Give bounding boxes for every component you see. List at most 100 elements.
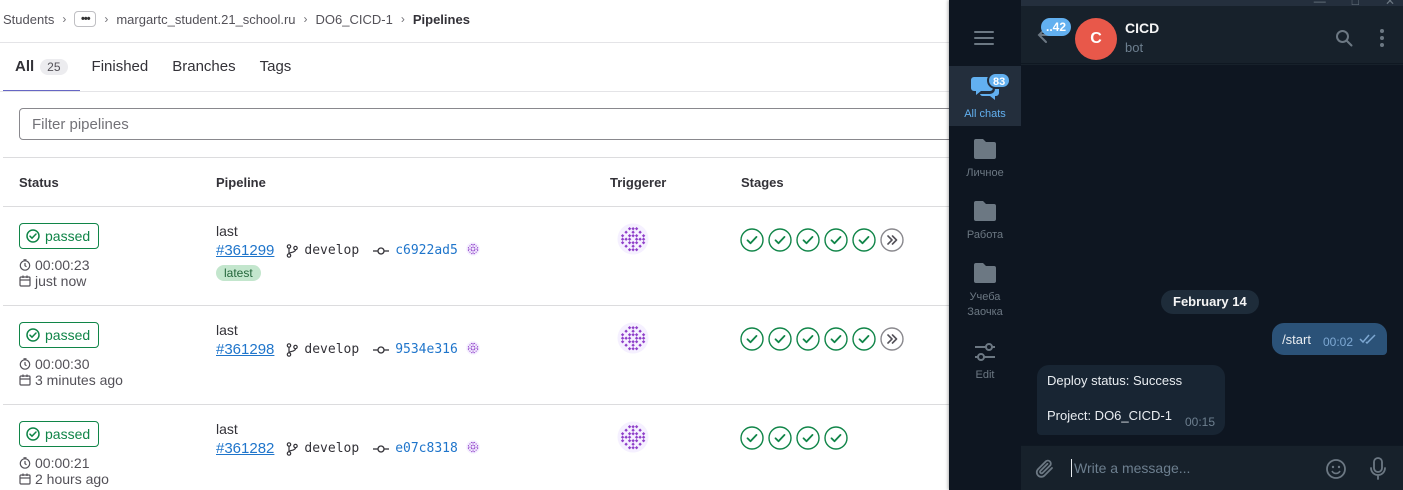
stage-passed-icon[interactable] bbox=[740, 327, 764, 351]
calendar-icon bbox=[19, 473, 31, 485]
pipeline-name[interactable]: last bbox=[216, 223, 238, 239]
folder-label: Личное bbox=[966, 167, 1004, 179]
finished-time: 3 minutes ago bbox=[19, 372, 123, 388]
folder-label: Учеба Заочка bbox=[967, 291, 1003, 318]
status-badge[interactable]: passed bbox=[19, 223, 100, 249]
timer-icon bbox=[19, 358, 31, 370]
triggerer-avatar-icon bbox=[617, 421, 649, 453]
pipeline-id-link[interactable]: #361299 bbox=[216, 242, 274, 259]
status-badge[interactable]: passed bbox=[19, 322, 100, 348]
folder-all-chats[interactable]: All chats bbox=[949, 66, 1021, 126]
stage-passed-icon[interactable] bbox=[796, 228, 820, 252]
microphone-icon[interactable] bbox=[1369, 457, 1387, 481]
tab-tags-label: Tags bbox=[259, 58, 292, 75]
table-row: passed 00:00:30 3 minutes ago last #361298 de… bbox=[3, 306, 960, 405]
emoji-icon[interactable] bbox=[1325, 458, 1347, 480]
stage-passed-icon[interactable] bbox=[824, 426, 848, 450]
duration: 00:00:23 bbox=[19, 257, 90, 273]
stage-passed-icon[interactable] bbox=[824, 327, 848, 351]
pipeline-id-link[interactable]: #361298 bbox=[216, 341, 274, 358]
duration: 00:00:21 bbox=[19, 455, 90, 471]
tab-tags[interactable]: Tags bbox=[248, 48, 304, 92]
outgoing-message[interactable]: /start 00:02 bbox=[1272, 323, 1387, 355]
stage-passed-icon[interactable] bbox=[824, 228, 848, 252]
duration-value: 00:00:30 bbox=[35, 356, 90, 372]
message-text: Deploy status: Success bbox=[1047, 373, 1183, 388]
chat-title[interactable]: CICD bbox=[1125, 20, 1159, 36]
branch-name[interactable]: develop bbox=[304, 441, 359, 456]
table-row: passed 00:00:21 2 hours ago last #361282 deve… bbox=[3, 405, 960, 490]
stage-passed-icon[interactable] bbox=[852, 228, 876, 252]
stage-passed-icon[interactable] bbox=[740, 426, 764, 450]
breadcrumb-students[interactable]: Students bbox=[3, 12, 54, 27]
finished-value: 3 minutes ago bbox=[35, 372, 123, 388]
stage-passed-icon[interactable] bbox=[796, 426, 820, 450]
incoming-message[interactable]: Deploy status: Success Project: DO6_CICD… bbox=[1037, 365, 1225, 435]
status-badge[interactable]: passed bbox=[19, 421, 100, 447]
stage-passed-icon[interactable] bbox=[852, 327, 876, 351]
unread-badge: 83 bbox=[987, 72, 1012, 89]
attach-icon[interactable] bbox=[1035, 458, 1055, 480]
timer-icon bbox=[19, 259, 31, 271]
double-check-icon bbox=[1359, 334, 1376, 344]
tab-all-label: All bbox=[15, 58, 35, 75]
stage-passed-icon[interactable] bbox=[768, 327, 792, 351]
text-cursor bbox=[1071, 459, 1072, 477]
stage-passed-icon[interactable] bbox=[768, 426, 792, 450]
commit-sha-link[interactable]: e07c8318 bbox=[395, 441, 458, 456]
commit-icon bbox=[373, 444, 390, 453]
folder-edit[interactable]: Edit bbox=[949, 342, 1021, 383]
pipeline-info: #361282 develop e07c8318 bbox=[216, 440, 480, 457]
triggerer-avatar[interactable] bbox=[617, 421, 649, 458]
pipeline-name[interactable]: last bbox=[216, 421, 238, 437]
branch-name[interactable]: develop bbox=[304, 342, 359, 357]
header-pipeline: Pipeline bbox=[216, 175, 266, 190]
tab-branches[interactable]: Branches bbox=[160, 48, 247, 92]
breadcrumb: Students › ••• › margartc_student.21_sch… bbox=[3, 10, 470, 28]
pipeline-name[interactable]: last bbox=[216, 322, 238, 338]
status-check-icon bbox=[26, 328, 40, 342]
filter-pipelines-input[interactable]: Filter pipelines bbox=[19, 108, 969, 140]
finished-time: just now bbox=[19, 273, 86, 289]
avatar[interactable]: C bbox=[1075, 18, 1117, 60]
duration-value: 00:00:21 bbox=[35, 455, 90, 471]
breadcrumb-more-button[interactable]: ••• bbox=[74, 11, 97, 27]
stage-passed-icon[interactable] bbox=[740, 228, 764, 252]
search-icon[interactable] bbox=[1335, 29, 1353, 47]
triggerer-avatar[interactable] bbox=[617, 223, 649, 260]
downstream-expand-icon[interactable] bbox=[880, 228, 904, 252]
menu-icon[interactable] bbox=[974, 30, 994, 46]
folder-icon bbox=[974, 139, 996, 159]
commit-sha-link[interactable]: 9534e316 bbox=[395, 342, 458, 357]
folder-personal[interactable]: Личное bbox=[949, 138, 1021, 181]
folder-icon bbox=[974, 263, 996, 283]
pipeline-id-link[interactable]: #361282 bbox=[216, 440, 274, 457]
timer-icon bbox=[19, 457, 31, 469]
message-list[interactable]: February 14 /start 00:02 Deploy status: … bbox=[1021, 65, 1403, 445]
triggerer-avatar-icon bbox=[617, 223, 649, 255]
finished-value: just now bbox=[35, 273, 87, 289]
breadcrumb-user[interactable]: margartc_student.21_school.ru bbox=[116, 12, 295, 27]
calendar-icon bbox=[19, 275, 31, 287]
table-row: passed 00:00:23 just now last #361299 develop… bbox=[3, 207, 960, 306]
more-vertical-icon[interactable] bbox=[1379, 28, 1385, 48]
finished-time: 2 hours ago bbox=[19, 471, 109, 487]
commit-author-avatar bbox=[466, 341, 480, 355]
pipeline-info: #361298 develop 9534e316 bbox=[216, 341, 480, 358]
commit-icon bbox=[373, 246, 390, 255]
tab-all[interactable]: All 25 bbox=[3, 48, 80, 92]
commit-author-avatar bbox=[466, 440, 480, 454]
breadcrumb-project[interactable]: DO6_CICD-1 bbox=[316, 12, 393, 27]
message-input[interactable]: Write a message... bbox=[1074, 460, 1190, 476]
triggerer-avatar[interactable] bbox=[617, 322, 649, 359]
commit-sha-link[interactable]: c6922ad5 bbox=[395, 243, 458, 258]
folder-work[interactable]: Работа bbox=[949, 200, 1021, 243]
folder-study[interactable]: Учеба Заочка bbox=[949, 262, 1021, 320]
stage-passed-icon[interactable] bbox=[768, 228, 792, 252]
branch-name[interactable]: develop bbox=[304, 243, 359, 258]
tab-finished[interactable]: Finished bbox=[80, 48, 161, 92]
stage-passed-icon[interactable] bbox=[796, 327, 820, 351]
breadcrumb-separator: › bbox=[62, 12, 67, 26]
downstream-expand-icon[interactable] bbox=[880, 327, 904, 351]
breadcrumb-current[interactable]: Pipelines bbox=[413, 12, 470, 27]
